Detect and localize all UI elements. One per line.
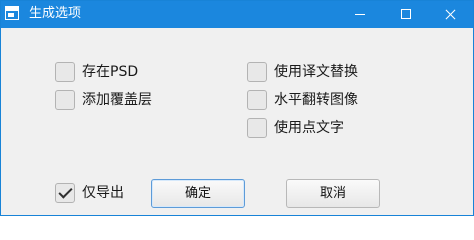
use-dot-text-label: 使用点文字 xyxy=(274,120,344,136)
add-overlay-label: 添加覆盖层 xyxy=(82,92,152,108)
window-title: 生成选项 xyxy=(29,6,82,21)
export-only-checkbox[interactable] xyxy=(55,183,75,203)
minimize-icon xyxy=(355,14,365,15)
use-dot-text-checkbox[interactable] xyxy=(247,118,267,138)
ok-button[interactable]: 确定 xyxy=(151,179,245,208)
minimize-button[interactable] xyxy=(337,1,383,28)
close-icon xyxy=(445,9,456,20)
flip-horizontal-label: 水平翻转图像 xyxy=(274,92,358,108)
export-only-label: 仅导出 xyxy=(82,185,124,201)
generate-options-window: 生成选项 存在PSD 添加覆盖层 使用译文替换 水平翻转图像 使用点文字 仅导出 xyxy=(0,0,474,216)
close-button[interactable] xyxy=(427,1,473,28)
app-window-icon xyxy=(5,6,19,20)
use-translation-replace-label: 使用译文替换 xyxy=(274,64,358,80)
cancel-button[interactable]: 取消 xyxy=(286,179,380,208)
save-psd-checkbox[interactable] xyxy=(55,62,75,82)
maximize-button[interactable] xyxy=(383,1,429,28)
title-bar[interactable]: 生成选项 xyxy=(1,1,473,28)
save-psd-label: 存在PSD xyxy=(82,64,139,80)
use-translation-replace-checkbox[interactable] xyxy=(247,62,267,82)
flip-horizontal-checkbox[interactable] xyxy=(247,90,267,110)
add-overlay-checkbox[interactable] xyxy=(55,90,75,110)
maximize-icon xyxy=(401,9,411,19)
